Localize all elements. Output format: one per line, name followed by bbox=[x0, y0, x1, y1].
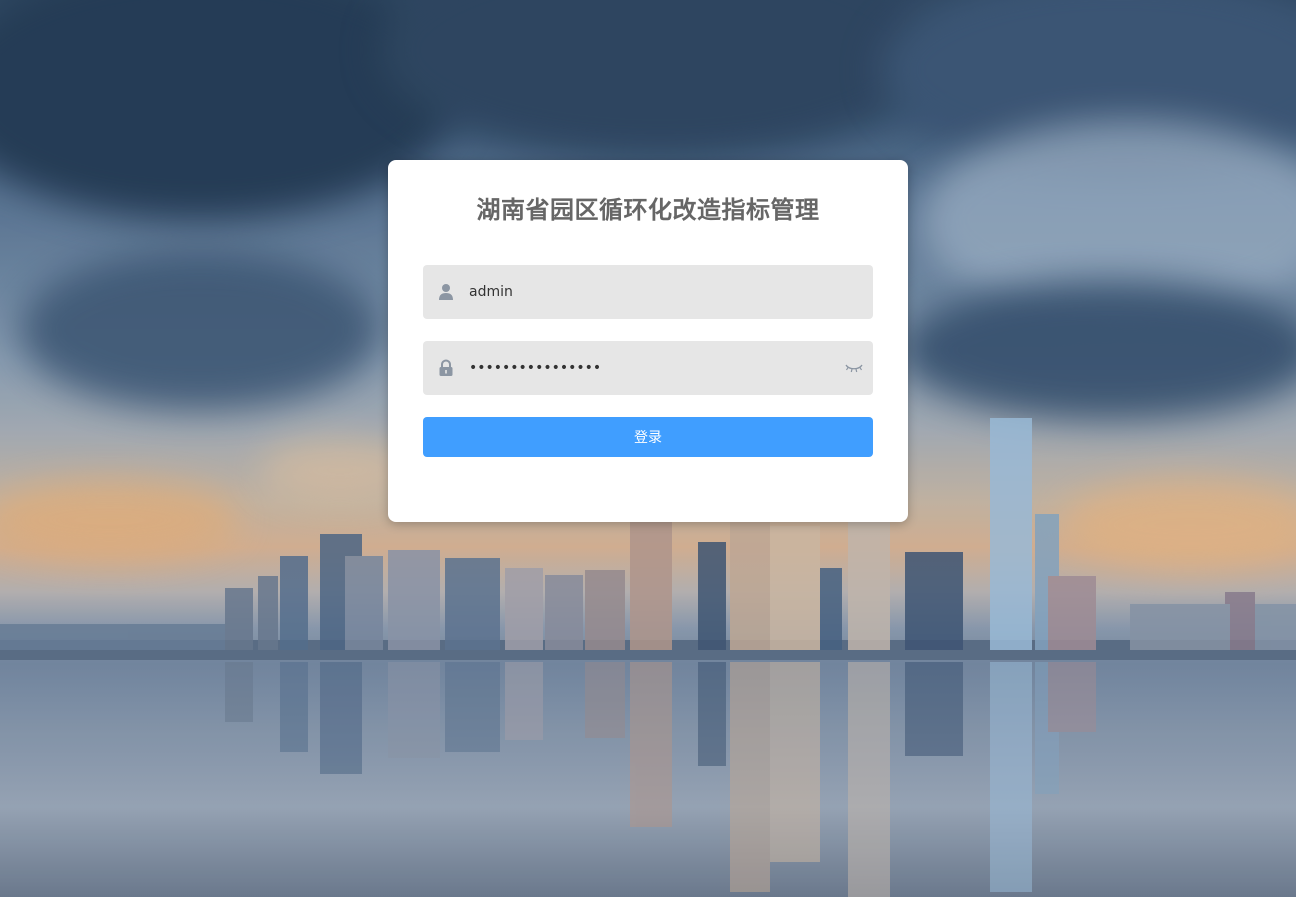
user-icon bbox=[439, 284, 453, 300]
password-field bbox=[423, 341, 873, 395]
username-field bbox=[423, 265, 873, 319]
lock-icon bbox=[439, 359, 453, 376]
login-button[interactable]: 登录 bbox=[423, 417, 873, 457]
page-title: 湖南省园区循环化改造指标管理 bbox=[476, 196, 820, 224]
username-input[interactable] bbox=[469, 265, 829, 319]
login-card: 湖南省园区循环化改造指标管理 登录 bbox=[388, 160, 908, 522]
eye-closed-icon[interactable] bbox=[845, 361, 863, 375]
password-input[interactable] bbox=[469, 341, 829, 395]
